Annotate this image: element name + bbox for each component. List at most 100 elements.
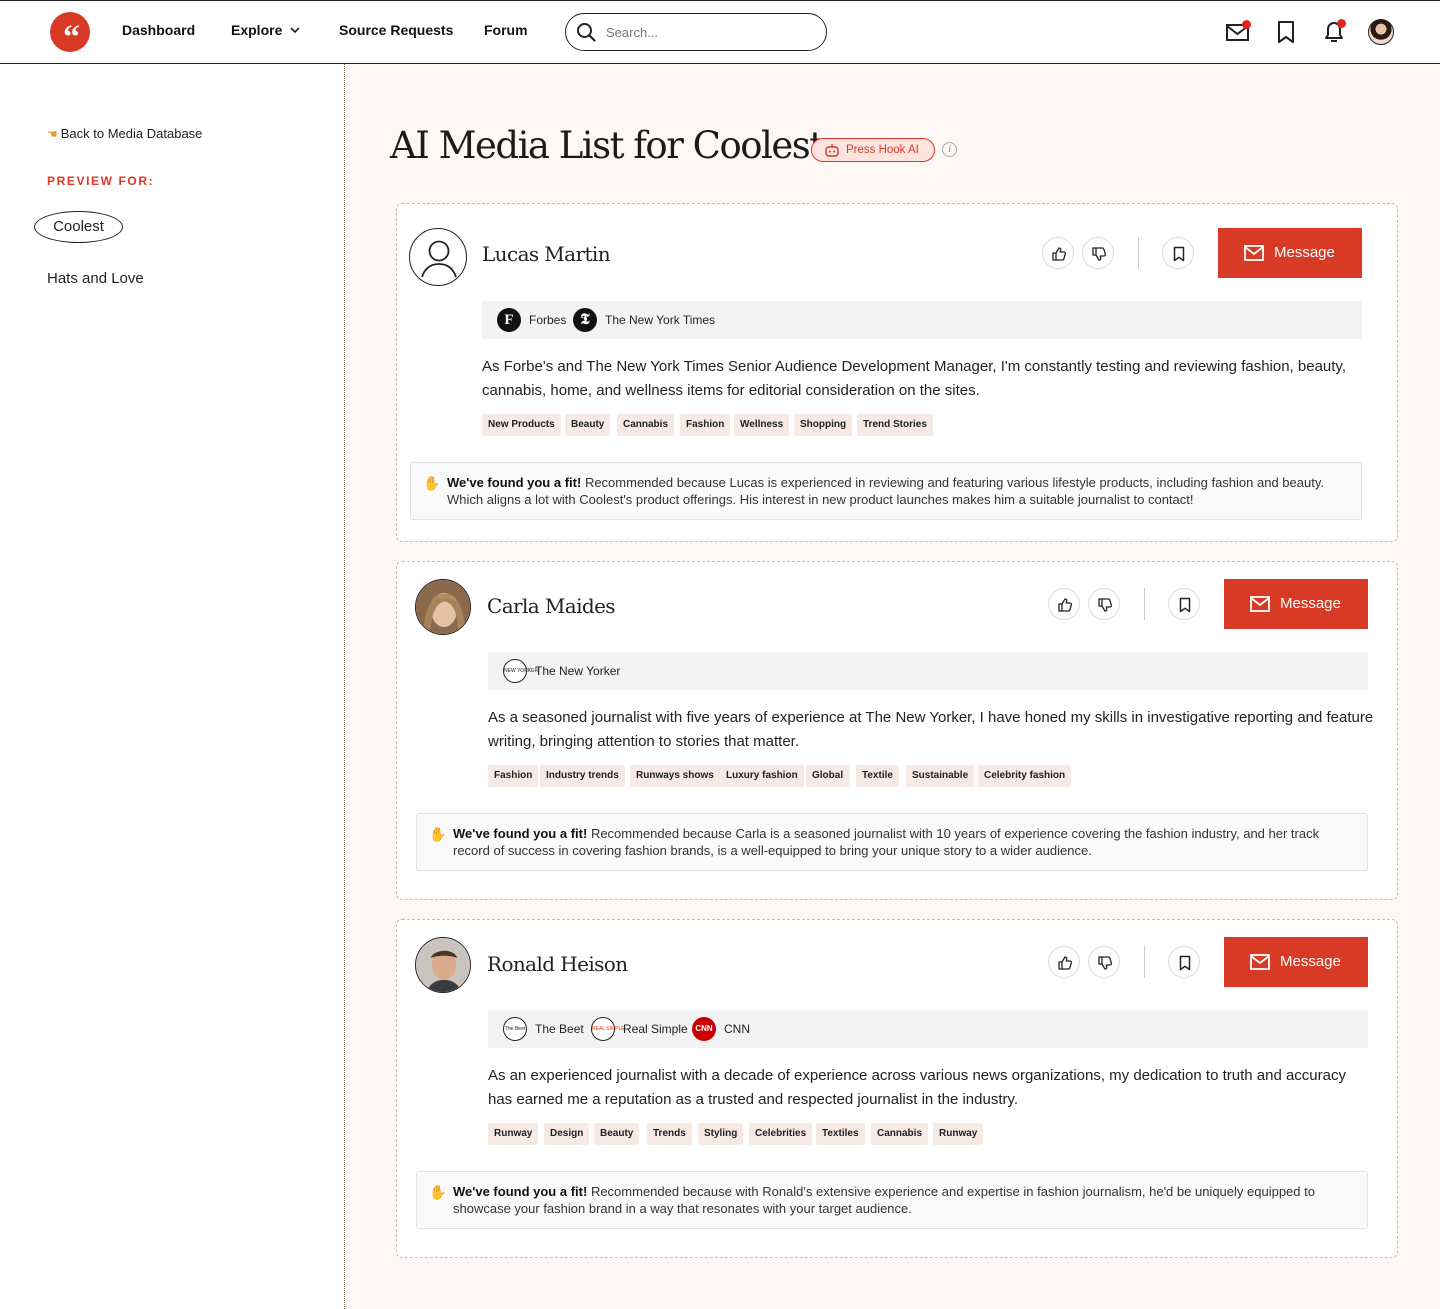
fit-line-text: Recommended because Lucas is experienced…	[584, 475, 1324, 490]
journalist-name[interactable]: Lucas Martin	[482, 242, 611, 266]
outlet-list: F Forbes 𝕿 The New York Times	[482, 301, 1362, 339]
sidebar-item-hats-and-love[interactable]: Hats and Love	[47, 270, 144, 287]
user-avatar[interactable]	[1368, 19, 1394, 45]
chevron-down-icon	[290, 27, 300, 33]
nav-link-explore-label: Explore	[231, 22, 283, 38]
nav-link-source-requests[interactable]: Source Requests	[339, 22, 453, 38]
robot-icon	[825, 144, 839, 157]
tag: Shopping	[794, 414, 853, 436]
brand-logo[interactable]: “	[50, 12, 90, 56]
search-icon	[577, 23, 596, 42]
outlet-label: The Beet	[535, 1022, 584, 1036]
outlet-the-new-yorker[interactable]: NEW YORKERThe New Yorker	[503, 659, 620, 683]
outlet-the-beet[interactable]: The Beet The Beet	[503, 1017, 584, 1041]
press-hook-ai-badge: Press Hook AI	[811, 138, 935, 162]
outlet-label: The New Yorker	[535, 664, 621, 678]
cnn-logo-icon: CNN	[692, 1017, 716, 1041]
nav-link-explore[interactable]: Explore	[231, 22, 300, 38]
thumbs-up-button[interactable]	[1048, 946, 1080, 978]
bio-line: writing, bringing attention to stories t…	[488, 733, 799, 750]
mail-icon	[1250, 596, 1270, 612]
search-box[interactable]	[565, 13, 827, 51]
mail-icon	[1244, 245, 1264, 261]
saved-button[interactable]	[1274, 19, 1300, 45]
nyt-logo-icon: 𝕿	[573, 308, 597, 332]
bookmark-button[interactable]	[1168, 588, 1200, 620]
thumbs-up-icon	[1052, 247, 1067, 261]
journalist-bio: As an experienced journalist with a deca…	[488, 1064, 1378, 1112]
fit-text: We've found you a fit! Recommended becau…	[447, 474, 1347, 508]
divider	[1138, 237, 1139, 269]
nav-link-dashboard[interactable]: Dashboard	[122, 22, 195, 38]
thumbs-down-button[interactable]	[1088, 946, 1120, 978]
nav-link-forum[interactable]: Forum	[484, 22, 528, 38]
message-button[interactable]: Message	[1224, 579, 1368, 629]
fit-line: record of success in covering fashion br…	[453, 843, 1092, 858]
sidebar-item-coolest[interactable]: Coolest	[34, 211, 123, 243]
thumbs-down-button[interactable]	[1082, 237, 1114, 269]
back-link-label: Back to Media Database	[60, 126, 203, 141]
notification-dot	[1337, 19, 1346, 28]
tag: Trend Stories	[857, 414, 933, 436]
thumbs-down-button[interactable]	[1088, 588, 1120, 620]
fit-recommendation: ✋ We've found you a fit! Recommended bec…	[416, 1171, 1368, 1229]
tag: Global	[806, 765, 850, 787]
outlet-real-simple[interactable]: REAL SIMPLEReal Simple	[591, 1017, 688, 1041]
avatar[interactable]	[409, 228, 467, 286]
journalist-card: Ronald Heison Message The Beet The Beet R…	[396, 919, 1398, 1258]
outlet-forbes[interactable]: F Forbes	[497, 308, 566, 332]
tag: Runway	[933, 1123, 984, 1145]
main-content: AI Media List for Coolest Press Hook AI …	[346, 64, 1440, 1309]
inbox-button[interactable]	[1225, 19, 1251, 45]
bio-line: cannabis, home, and wellness items for e…	[482, 382, 980, 399]
bookmark-icon	[1173, 246, 1185, 262]
thumbs-up-icon	[1058, 956, 1073, 970]
avatar[interactable]	[415, 937, 471, 993]
search-input[interactable]	[606, 22, 806, 42]
info-icon[interactable]: i	[942, 142, 957, 157]
message-button[interactable]: Message	[1224, 937, 1368, 987]
forbes-logo-icon: F	[497, 308, 521, 332]
bio-line: As Forbe's and The New York Times Senior…	[482, 358, 1346, 375]
message-button[interactable]: Message	[1218, 228, 1362, 278]
tag: Fashion	[680, 414, 731, 436]
journalist-name[interactable]: Carla Maides	[487, 594, 616, 618]
back-to-media-database-link[interactable]: ☚ Back to Media Database	[47, 126, 202, 141]
thumbs-up-icon	[1058, 598, 1073, 612]
mail-icon	[1250, 954, 1270, 970]
thumbs-up-button[interactable]	[1042, 237, 1074, 269]
portrait-photo	[416, 938, 470, 992]
journalist-card: Carla Maides Message NEW YORKERThe New Y…	[396, 561, 1398, 900]
fit-line: showcase your fashion brand in a way tha…	[453, 1201, 912, 1216]
avatar[interactable]	[415, 579, 471, 635]
divider	[1144, 946, 1145, 978]
fit-lead: We've found you a fit!	[447, 475, 582, 490]
page-title: AI Media List for Coolest	[390, 124, 824, 167]
fit-lead: We've found you a fit!	[453, 1184, 588, 1199]
fit-recommendation: ✋ We've found you a fit! Recommended bec…	[416, 813, 1368, 871]
outlet-cnn[interactable]: CNN CNN	[692, 1017, 750, 1041]
tag: Industry trends	[540, 765, 625, 787]
tag: Textiles	[816, 1123, 865, 1145]
thumbs-up-button[interactable]	[1048, 588, 1080, 620]
journalist-card: Lucas Martin Message F Forbes 𝕿 The New Yo…	[396, 203, 1398, 542]
tag: Cannabis	[617, 414, 675, 436]
new-yorker-logo-icon: NEW YORKER	[503, 659, 538, 683]
bookmark-button[interactable]	[1162, 237, 1194, 269]
tag: Wellness	[734, 414, 790, 436]
tag: Trends	[647, 1123, 692, 1145]
outlet-label: CNN	[724, 1022, 750, 1036]
clapping-hands-icon: ✋	[429, 826, 447, 842]
tag: Celebrity fashion	[978, 765, 1072, 787]
fit-line: We've found you a fit! Recommended becau…	[453, 825, 1353, 842]
journalist-name[interactable]: Ronald Heison	[487, 952, 628, 976]
thumbs-down-icon	[1098, 598, 1113, 612]
outlet-label: The New York Times	[605, 313, 716, 327]
fit-text: We've found you a fit! Recommended becau…	[453, 1183, 1353, 1217]
outlet-list: NEW YORKERThe New Yorker	[488, 652, 1368, 690]
bookmark-button[interactable]	[1168, 946, 1200, 978]
outlet-label: Forbes	[529, 313, 567, 327]
notifications-button[interactable]	[1321, 19, 1347, 45]
clapping-hands-icon: ✋	[423, 475, 441, 491]
outlet-nyt[interactable]: 𝕿 The New York Times	[573, 308, 715, 332]
